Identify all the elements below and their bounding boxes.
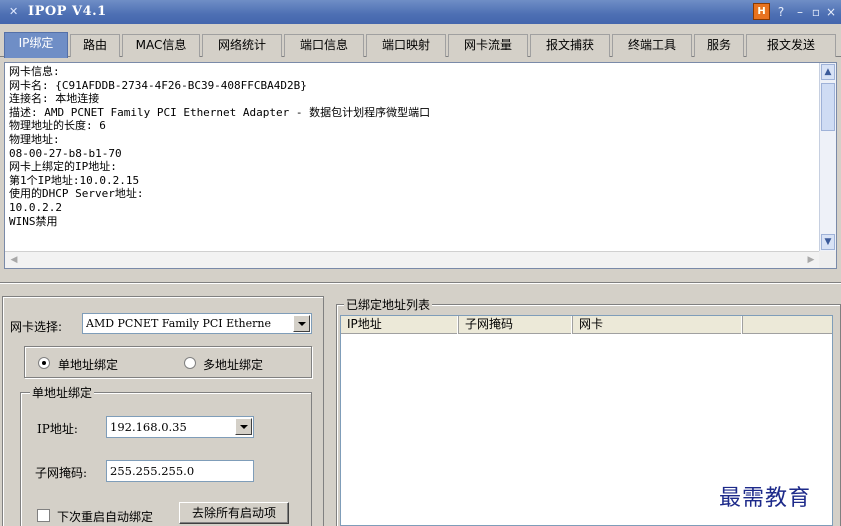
info-line: 物理地址的长度: 6: [9, 119, 106, 133]
tab-packet-capture[interactable]: 报文捕获: [530, 34, 610, 57]
info-line: 10.0.2.2: [9, 200, 62, 214]
tab-port-info[interactable]: 端口信息: [284, 34, 364, 57]
watermark-logo: 最需教育: [719, 486, 812, 511]
radio-single-label[interactable]: 单地址绑定: [58, 356, 118, 373]
info-line: 使用的DHCP Server地址:: [9, 187, 144, 201]
ip-select[interactable]: 192.168.0.35: [106, 416, 254, 438]
nic-select-label: 网卡选择:: [10, 320, 63, 334]
chevron-down-icon[interactable]: [293, 315, 310, 332]
info-line: 描述: AMD PCNET Family PCI Ethernet Adapte…: [9, 105, 431, 119]
scroll-right-icon[interactable]: ▶: [803, 253, 819, 267]
info-line: 网卡名: {C91AFDDB-2734-4F26-BC39-408FFCBA4D…: [9, 78, 307, 92]
tab-nic-traffic[interactable]: 网卡流量: [448, 34, 528, 57]
ip-select-value: 192.168.0.35: [110, 420, 187, 434]
scroll-corner: [819, 251, 836, 268]
tab-terminal-tools[interactable]: 终端工具: [612, 34, 692, 57]
column-nic[interactable]: 网卡: [573, 316, 743, 334]
scroll-down-icon[interactable]: ▼: [821, 234, 835, 250]
ip-label: IP地址:: [37, 422, 78, 436]
column-ip[interactable]: IP地址: [341, 316, 459, 334]
info-line: 网卡信息:: [9, 65, 60, 78]
vertical-scrollbar[interactable]: ▲ ▼: [819, 63, 836, 251]
scroll-left-icon[interactable]: ◀: [6, 253, 22, 267]
single-binding-title: 单地址绑定: [30, 384, 95, 401]
nic-info-panel[interactable]: 网卡信息: 网卡名: {C91AFDDB-2734-4F26-BC39-408FF…: [4, 62, 837, 269]
help-button[interactable]: ?: [773, 4, 789, 20]
subnet-mask-input[interactable]: [106, 460, 254, 482]
window-title: IPOP V4.1: [28, 4, 107, 19]
title-bar[interactable]: ✕ IPOP V4.1 H ? – ▫ ×: [0, 0, 841, 24]
info-line: 第1个IP地址:10.0.2.15: [9, 173, 140, 187]
maximize-button[interactable]: ▫: [808, 4, 824, 20]
tab-strip: IP绑定 路由 MAC信息 网络统计 端口信息 端口映射 网卡流量 报文捕获 终…: [0, 24, 841, 58]
minimize-button[interactable]: –: [792, 4, 808, 20]
radio-multi-label[interactable]: 多地址绑定: [203, 356, 263, 373]
close-button[interactable]: ×: [823, 4, 839, 20]
nic-info-text[interactable]: 网卡信息: 网卡名: {C91AFDDB-2734-4F26-BC39-408FF…: [9, 65, 817, 251]
nic-select[interactable]: AMD PCNET Family PCI Etherne: [82, 313, 312, 334]
info-line: 物理地址:: [9, 132, 60, 146]
panel-splitter[interactable]: [0, 282, 841, 284]
mask-label: 子网掩码:: [35, 466, 88, 480]
app-menu-icon[interactable]: H: [753, 3, 770, 20]
nic-select-value: AMD PCNET Family PCI Etherne: [86, 317, 272, 330]
chevron-down-icon[interactable]: [235, 418, 252, 435]
tab-packet-send[interactable]: 报文发送: [746, 34, 836, 57]
column-mask[interactable]: 子网掩码: [459, 316, 573, 334]
clear-startup-button[interactable]: 去除所有启动项: [179, 502, 289, 524]
app-icon: ✕: [9, 5, 19, 18]
bound-list-title: 已绑定地址列表: [344, 296, 433, 313]
scroll-up-icon[interactable]: ▲: [821, 64, 835, 80]
tab-port-mapping[interactable]: 端口映射: [366, 34, 446, 57]
tab-mac-info[interactable]: MAC信息: [122, 34, 200, 57]
scroll-thumb[interactable]: [821, 83, 835, 131]
tab-route[interactable]: 路由: [70, 34, 120, 57]
autobind-checkbox[interactable]: [37, 509, 50, 522]
list-header: IP地址 子网掩码 网卡: [341, 316, 832, 334]
horizontal-scrollbar[interactable]: ◀ ▶: [5, 251, 820, 268]
radio-multi-binding[interactable]: [184, 357, 196, 369]
info-line: WINS禁用: [9, 214, 58, 228]
info-line: 网卡上绑定的IP地址:: [9, 160, 117, 174]
radio-single-binding[interactable]: [38, 357, 50, 369]
info-line: 08-00-27-b8-b1-70: [9, 146, 122, 160]
info-line: 连接名: 本地连接: [9, 92, 100, 106]
tab-net-stats[interactable]: 网络统计: [202, 34, 282, 57]
autobind-label[interactable]: 下次重启自动绑定: [57, 508, 153, 525]
tab-ip-binding[interactable]: IP绑定: [4, 32, 68, 58]
tab-services[interactable]: 服务: [694, 34, 744, 57]
